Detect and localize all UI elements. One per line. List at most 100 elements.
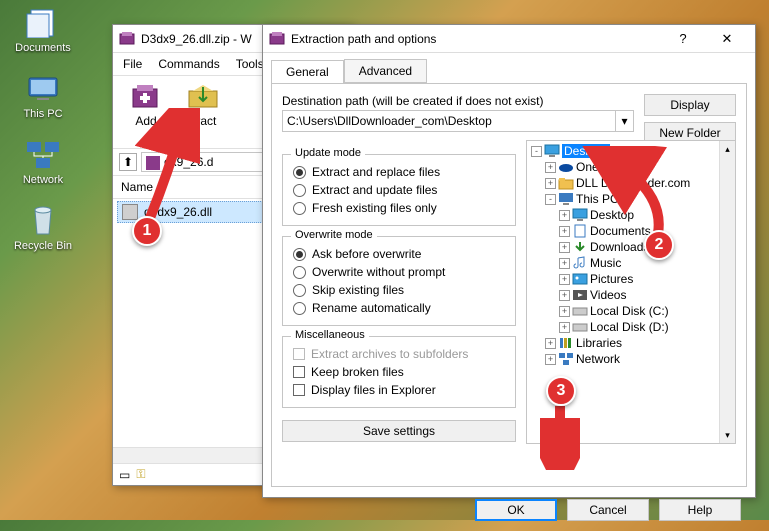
scroll-down-icon[interactable]: ▾	[720, 427, 735, 443]
expand-icon[interactable]: +	[559, 242, 570, 253]
desktop-icon-documents[interactable]: Documents	[8, 6, 78, 54]
radio-icon	[293, 248, 306, 261]
destination-input[interactable]	[282, 110, 616, 132]
opt-skip-existing[interactable]: Skip existing files	[293, 281, 505, 299]
desktop-icon-recycle-bin[interactable]: Recycle Bin	[8, 204, 78, 252]
tree-label: Libraries	[576, 336, 622, 350]
tree-label: Pictures	[590, 272, 633, 286]
menu-tools[interactable]: Tools	[234, 55, 266, 73]
documents-icon	[23, 6, 63, 40]
tree-scrollbar[interactable]: ▴ ▾	[719, 141, 735, 443]
expand-icon[interactable]: +	[545, 178, 556, 189]
miscellaneous-group: Miscellaneous Extract archives to subfol…	[282, 336, 516, 408]
extract-to-button[interactable]: Extract To	[177, 80, 231, 144]
tree-item[interactable]: + DLL Downloader.com	[543, 175, 733, 191]
tree-item[interactable]: +Desktop	[557, 207, 733, 223]
expand-icon[interactable]: -	[531, 146, 542, 157]
tree-label: Network	[576, 352, 620, 366]
tree-item[interactable]: +Music	[557, 255, 733, 271]
cloud-icon	[558, 160, 574, 174]
tab-advanced[interactable]: Advanced	[344, 59, 427, 83]
scroll-up-icon[interactable]: ▴	[720, 141, 735, 157]
expand-icon[interactable]: +	[559, 290, 570, 301]
tree-label: This PC	[576, 192, 619, 206]
tree-item[interactable]: +OneDr	[543, 159, 733, 175]
tree-label: DLL Downloader.com	[576, 176, 690, 190]
extract-to-icon	[186, 82, 222, 112]
opt-keep-broken[interactable]: Keep broken files	[293, 363, 505, 381]
expand-icon[interactable]: +	[559, 226, 570, 237]
opt-extract-update[interactable]: Extract and update files	[293, 181, 505, 199]
overwrite-mode-group: Overwrite mode Ask before overwrite Over…	[282, 236, 516, 326]
annotation-2: 2	[644, 230, 674, 260]
update-mode-group: Update mode Extract and replace files Ex…	[282, 154, 516, 226]
opt-rename-auto[interactable]: Rename automatically	[293, 299, 505, 317]
music-icon	[572, 256, 588, 270]
expand-icon[interactable]: +	[559, 258, 570, 269]
tree-item[interactable]: - This PC	[543, 191, 733, 207]
save-settings-button[interactable]: Save settings	[282, 420, 516, 442]
net-icon	[558, 352, 574, 366]
dll-file-icon	[122, 204, 138, 220]
tree-label: Desktop	[562, 144, 610, 158]
radio-icon	[293, 166, 306, 179]
help-button-bottom[interactable]: Help	[659, 499, 741, 521]
expand-icon[interactable]: +	[545, 338, 556, 349]
opt-overwrite-noprompt[interactable]: Overwrite without prompt	[293, 263, 505, 281]
tree-item[interactable]: +Local Disk (C:)	[557, 303, 733, 319]
radio-icon	[293, 266, 306, 279]
status-icon-key: ⚿	[136, 467, 145, 482]
expand-icon[interactable]: +	[559, 306, 570, 317]
expand-icon[interactable]: -	[545, 194, 556, 205]
extraction-title: Extraction path and options	[291, 32, 661, 46]
display-button[interactable]: Display	[644, 94, 736, 116]
tree-label: Local Disk (D:)	[590, 320, 669, 334]
tree-label: Videos	[590, 288, 626, 302]
desktop-icon-this-pc[interactable]: This PC	[8, 72, 78, 120]
desktop-icon-network[interactable]: Network	[8, 138, 78, 186]
tab-general[interactable]: General	[271, 60, 344, 84]
folder-icon	[558, 176, 574, 190]
add-button[interactable]: Add	[119, 80, 173, 144]
opt-display-explorer[interactable]: Display files in Explorer	[293, 381, 505, 399]
add-icon	[128, 82, 164, 112]
menu-file[interactable]: File	[121, 55, 144, 73]
menu-commands[interactable]: Commands	[156, 55, 221, 73]
opt-subfolders[interactable]: Extract archives to subfolders	[293, 345, 505, 363]
winrar-icon	[119, 31, 135, 47]
expand-icon[interactable]: +	[559, 274, 570, 285]
close-button[interactable]: ✕	[705, 25, 749, 53]
cancel-button[interactable]: Cancel	[567, 499, 649, 521]
tree-label: Documents	[590, 224, 651, 238]
opt-ask-overwrite[interactable]: Ask before overwrite	[293, 245, 505, 263]
desktop-icon	[572, 208, 588, 222]
tree-item[interactable]: + Libraries	[543, 335, 733, 351]
tree-item[interactable]: + Local Disk (D:)	[557, 319, 733, 335]
tree-item[interactable]: + Network	[543, 351, 733, 367]
extraction-dialog: Extraction path and options ? ✕ General …	[262, 24, 756, 498]
destination-dropdown[interactable]: ▾	[616, 110, 634, 132]
network-icon	[23, 138, 63, 172]
expand-icon[interactable]: +	[559, 322, 570, 333]
expand-icon[interactable]: +	[559, 210, 570, 221]
expand-icon[interactable]: +	[545, 354, 556, 365]
tree-label: Downloads	[590, 240, 649, 254]
tab-panel-general: Destination path (will be created if doe…	[271, 83, 747, 487]
up-button[interactable]: ⬆	[119, 153, 137, 171]
disk-icon	[572, 304, 588, 318]
help-button[interactable]: ?	[661, 25, 705, 53]
radio-icon	[293, 284, 306, 297]
tree-item[interactable]: + Videos	[557, 287, 733, 303]
checkbox-icon	[293, 384, 305, 396]
annotation-3: 3	[546, 376, 576, 406]
opt-extract-replace[interactable]: Extract and replace files	[293, 163, 505, 181]
tree-item[interactable]: - Desktop	[529, 143, 733, 159]
tree-item[interactable]: + Pictures	[557, 271, 733, 287]
ok-button[interactable]: OK	[475, 499, 557, 521]
this-pc-icon	[23, 72, 63, 106]
dialog-button-row: OK Cancel Help	[263, 495, 755, 531]
recycle-bin-icon	[23, 204, 63, 238]
expand-icon[interactable]: +	[545, 162, 556, 173]
opt-fresh-only[interactable]: Fresh existing files only	[293, 199, 505, 217]
extraction-titlebar[interactable]: Extraction path and options ? ✕	[263, 25, 755, 53]
